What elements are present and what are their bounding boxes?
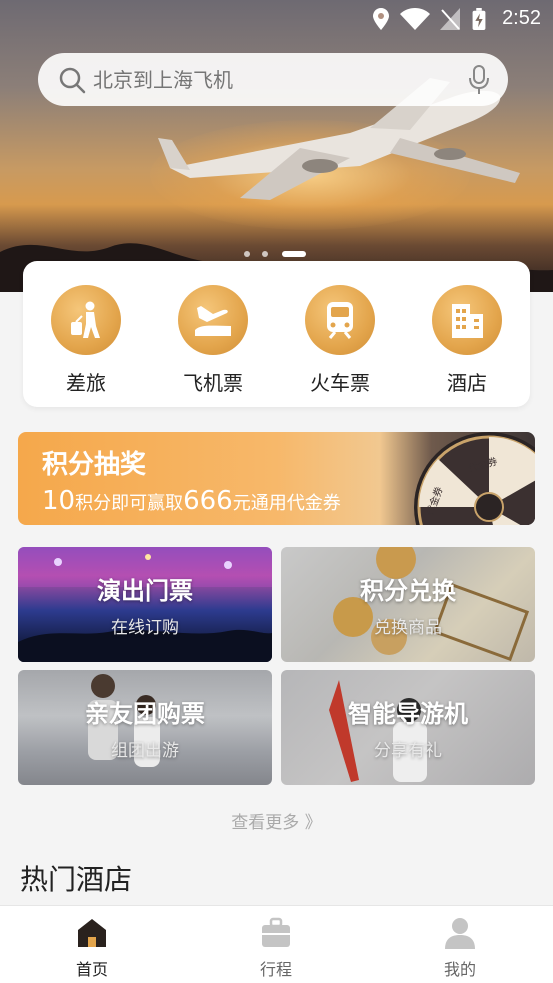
promo-title: 积分抽奖 <box>42 450 147 480</box>
status-time: 2:52 <box>502 7 541 29</box>
carousel-dot[interactable] <box>262 251 268 257</box>
user-icon <box>445 918 475 949</box>
hotel-building-icon <box>452 304 483 338</box>
promo-points-number: 10 <box>42 486 76 516</box>
tile-title: 亲友团购票 <box>85 700 205 728</box>
tile-show-tickets[interactable]: 演出门票 在线订购 <box>18 547 272 662</box>
tab-label: 我的 <box>443 960 476 979</box>
promo-amount-number: 666 <box>183 486 233 516</box>
tab-itinerary[interactable]: 行程 <box>216 906 336 983</box>
airplane-landing-icon <box>195 306 231 336</box>
carousel-dot-active[interactable] <box>282 251 306 257</box>
hot-hotels-title: 热门酒店 <box>20 863 133 896</box>
tab-label: 首页 <box>75 960 108 979</box>
traveler-icon <box>71 301 100 338</box>
tile-subtitle: 分享有礼 <box>374 741 442 761</box>
category-business-travel[interactable]: 差旅 <box>31 285 141 395</box>
promo-text: 元通用代金券 <box>232 493 341 514</box>
category-icon-circle <box>51 285 121 355</box>
wifi-icon <box>400 8 430 30</box>
category-label: 飞机票 <box>183 371 243 395</box>
tile-subtitle: 兑换商品 <box>374 618 442 638</box>
location-icon <box>373 8 389 30</box>
category-label: 差旅 <box>66 371 106 395</box>
category-train[interactable]: 火车票 <box>285 285 395 395</box>
train-icon <box>327 302 353 339</box>
tile-subtitle: 组团出游 <box>111 741 179 761</box>
search-bar[interactable] <box>38 53 508 106</box>
category-hotel[interactable]: 酒店 <box>412 285 522 395</box>
search-input[interactable] <box>93 53 453 106</box>
tab-mine[interactable]: 我的 <box>400 906 520 983</box>
tab-label: 行程 <box>259 960 292 979</box>
home-icon <box>78 919 106 947</box>
category-flight[interactable]: 飞机票 <box>158 285 268 395</box>
battery-charging-icon <box>472 8 486 30</box>
points-lottery-banner[interactable]: 积分抽奖 10积分即可赢取666元通用代金券 代金券 代金券 代金券 <box>18 432 535 525</box>
promo-subtitle: 10积分即可赢取666元通用代金券 <box>42 486 341 516</box>
carousel-dot[interactable] <box>244 251 250 257</box>
tile-subtitle: 在线订购 <box>111 618 179 638</box>
tile-title: 演出门票 <box>97 577 193 605</box>
no-signal-icon <box>440 8 460 30</box>
tile-smart-guide[interactable]: 智能导游机 分享有礼 <box>281 670 535 785</box>
category-card: 差旅 飞机票 火车票 酒店 <box>23 261 530 407</box>
search-icon <box>59 67 86 94</box>
tile-title: 积分兑换 <box>360 577 456 605</box>
category-icon-circle <box>305 285 375 355</box>
bottom-tab-bar: 首页 行程 我的 <box>0 905 553 983</box>
category-icon-circle <box>178 285 248 355</box>
prize-wheel-icon: 代金券 代金券 代金券 <box>414 432 535 525</box>
view-more-link[interactable]: 查看更多 》 <box>0 808 553 833</box>
promo-text: 积分即可赢取 <box>75 493 184 514</box>
microphone-icon[interactable] <box>468 65 490 95</box>
tab-home[interactable]: 首页 <box>32 906 152 983</box>
tile-group-tickets[interactable]: 亲友团购票 组团出游 <box>18 670 272 785</box>
category-icon-circle <box>432 285 502 355</box>
hero-banner[interactable] <box>0 0 553 292</box>
briefcase-icon <box>262 917 290 947</box>
category-label: 酒店 <box>447 371 487 395</box>
category-label: 火车票 <box>310 371 370 395</box>
tile-points-exchange[interactable]: 积分兑换 兑换商品 <box>281 547 535 662</box>
tile-title: 智能导游机 <box>348 700 468 728</box>
status-bar: 2:52 <box>0 0 553 38</box>
